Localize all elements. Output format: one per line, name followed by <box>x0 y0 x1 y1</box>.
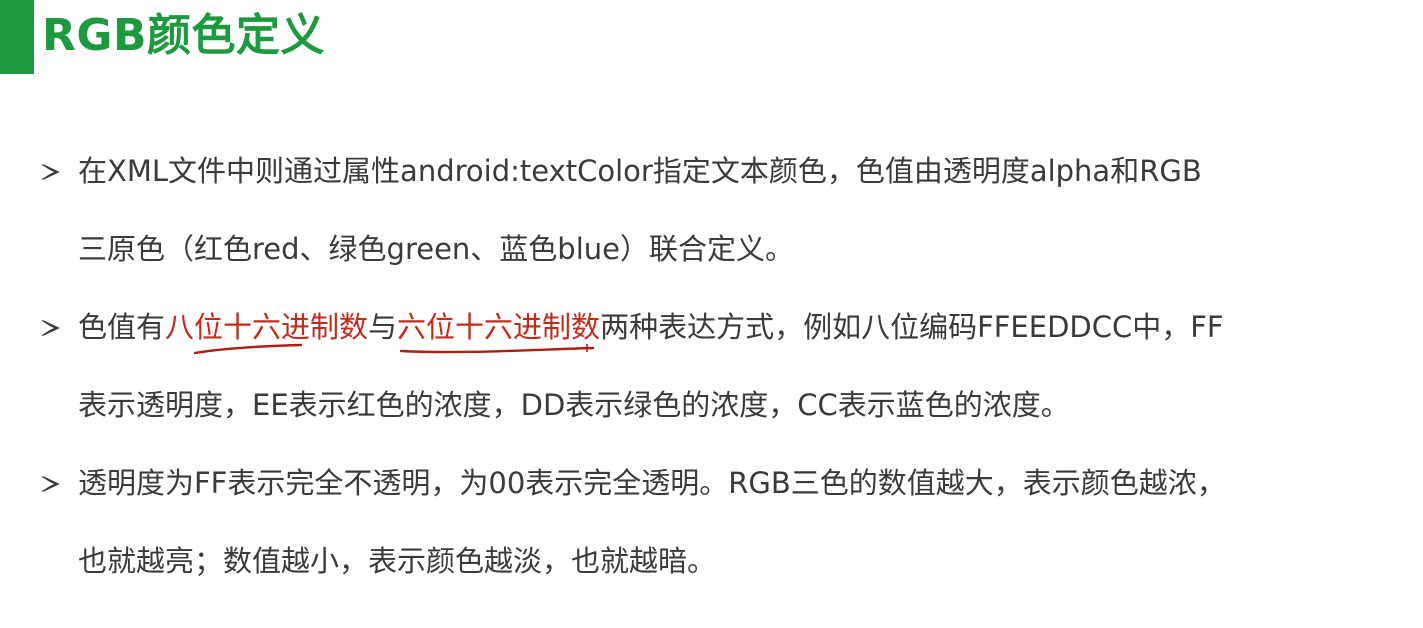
arrow-bullet-icon <box>40 474 60 494</box>
bullet-3-line-2: 也就越亮；数值越小，表示颜色越淡，也就越暗。 <box>78 544 717 578</box>
highlight-six-digit-hex: 六位十六进制数 <box>397 288 600 366</box>
arrow-bullet-icon <box>40 318 60 338</box>
highlight-eight-digit-hex: 八位十六进制数 <box>165 288 368 366</box>
bullet-2-text-mid: 与 <box>368 310 398 344</box>
bullet-2-line-2: 表示透明度，EE表示红色的浓度，DD表示绿色的浓度，CC表示蓝色的浓度。 <box>78 388 1070 422</box>
bullet-1-line-1: 在XML文件中则通过属性android:textColor指定文本颜色，色值由透… <box>78 154 1202 188</box>
highlight-six-digit-hex-text: 六位十六进制数 <box>397 310 601 344</box>
title-accent-bar <box>0 0 34 74</box>
bullet-item-3: 透明度为FF表示完全不透明，为00表示完全透明。RGB三色的数值越大，表示颜色越… <box>40 444 1400 600</box>
bullet-2-text-post: 两种表达方式，例如八位编码FFEEDDCC中，FF <box>600 310 1224 344</box>
arrow-bullet-icon <box>40 162 60 182</box>
bullet-list: 在XML文件中则通过属性android:textColor指定文本颜色，色值由透… <box>40 132 1400 600</box>
bullet-1-line-2: 三原色（红色red、绿色green、蓝色blue）联合定义。 <box>78 232 794 266</box>
highlight-eight-digit-hex-text: 八位十六进制数 <box>165 310 369 344</box>
bullet-3-line-1: 透明度为FF表示完全不透明，为00表示完全透明。RGB三色的数值越大，表示颜色越… <box>78 466 1226 500</box>
bullet-2-line-1: 色值有八位十六进制数 与六位十六进制数 两种表达方式，例如八位编码FFEEDDCC中… <box>78 288 1400 366</box>
bullet-2-text-pre: 色值有 <box>78 310 166 344</box>
bullet-item-1: 在XML文件中则通过属性android:textColor指定文本颜色，色值由透… <box>40 132 1400 288</box>
bullet-item-2: 色值有八位十六进制数 与六位十六进制数 两种表达方式，例如八位编码FFEEDDCC中… <box>40 288 1400 444</box>
slide-title: RGB颜色定义 <box>42 10 326 61</box>
